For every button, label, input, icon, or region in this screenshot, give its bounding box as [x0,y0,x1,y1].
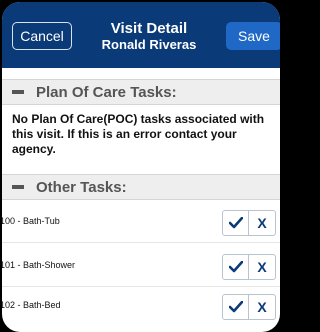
other-tasks-header[interactable]: Other Tasks: [2,174,280,200]
reject-task-button[interactable]: X [249,211,275,235]
task-row: 102 - Bath-Bed X [2,290,280,326]
title-block: Visit Detail Ronald Riveras [74,20,224,53]
task-row: 100 - Bath-Tub X [2,206,280,242]
other-tasks-title: Other Tasks: [36,179,127,196]
task-action-group: X [222,210,276,236]
patient-name: Ronald Riveras [101,37,197,52]
accept-task-button[interactable] [223,255,249,279]
collapse-icon [12,185,24,189]
task-label: 102 - Bath-Bed [2,300,61,310]
poc-empty-message: No Plan Of Care(POC) tasks associated wi… [12,112,265,156]
plan-of-care-header[interactable]: Plan Of Care Tasks: [2,79,280,105]
accept-task-button[interactable] [223,211,249,235]
accept-task-button[interactable] [223,295,249,319]
checkmark-icon [229,217,243,229]
checkmark-icon [229,301,243,313]
task-action-group: X [222,254,276,280]
task-action-group: X [222,294,276,320]
navigation-bar: Cancel Visit Detail Ronald Riveras Save [2,2,280,68]
task-label: 100 - Bath-Tub [2,216,60,226]
save-button[interactable]: Save [226,22,280,50]
collapse-icon [12,90,24,94]
cancel-button[interactable]: Cancel [12,22,72,50]
row-divider [2,286,280,287]
page-title: Visit Detail [110,20,188,37]
row-divider [2,242,280,243]
plan-of-care-title: Plan Of Care Tasks: [36,84,177,101]
reject-task-button[interactable]: X [249,295,275,319]
task-label: 101 - Bath-Shower [2,260,76,270]
task-row: 101 - Bath-Shower X [2,250,280,286]
reject-task-button[interactable]: X [249,255,275,279]
screen: Cancel Visit Detail Ronald Riveras Save … [2,2,280,332]
checkmark-icon [229,261,243,273]
